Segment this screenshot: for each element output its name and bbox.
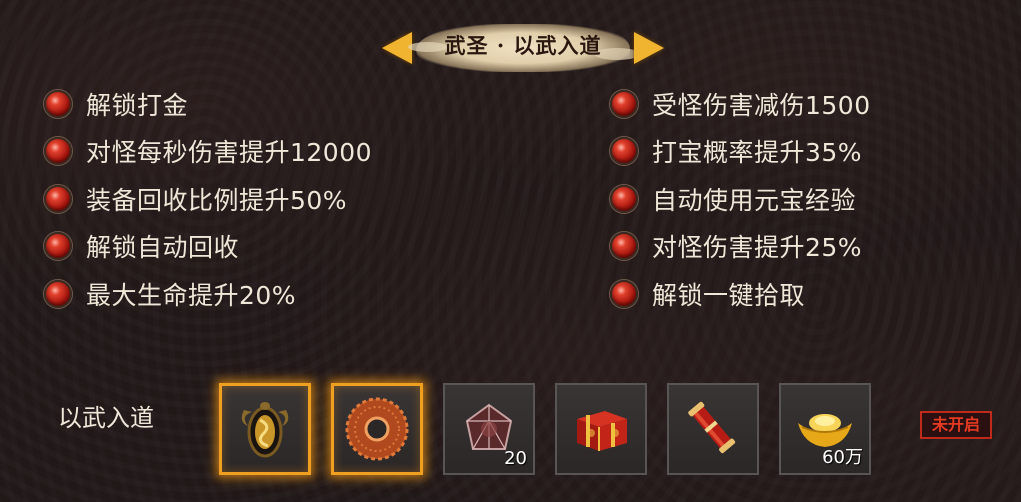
bonus-list-right: 受怪伤害减伤1500 打宝概率提升35% 自动使用元宝经验 对怪伤害提升25% …: [610, 80, 871, 318]
bonus-item: 解锁打金: [44, 80, 372, 128]
title-banner: 武圣 · 以武入道: [376, 16, 670, 76]
red-bullet-icon: [44, 232, 72, 261]
reward-slot-gift[interactable]: [555, 383, 647, 475]
red-bullet-icon: [44, 137, 72, 166]
bonus-item: 最大生命提升20%: [44, 270, 372, 318]
gold-amulet-icon: [222, 386, 308, 472]
bonus-item: 解锁自动回收: [44, 223, 372, 271]
reward-slot-amulet[interactable]: [219, 383, 311, 475]
red-bullet-icon: [610, 184, 638, 213]
red-bullet-icon: [44, 89, 72, 118]
reward-label: 以武入道: [58, 404, 154, 432]
reward-slot-scroll[interactable]: [667, 383, 759, 475]
gift-box-icon: [557, 385, 645, 473]
bonus-item: 对怪伤害提升25%: [610, 223, 871, 271]
bonus-item: 受怪伤害减伤1500: [610, 80, 871, 128]
red-bullet-icon: [610, 232, 638, 261]
bonus-item: 打宝概率提升35%: [610, 128, 871, 176]
bonus-list-left: 解锁打金 对怪每秒伤害提升12000 装备回收比例提升50% 解锁自动回收 最大…: [44, 80, 372, 318]
item-count: 20: [504, 448, 527, 469]
reward-slot-ingot[interactable]: 60万: [779, 383, 871, 475]
reward-slot-gem[interactable]: 20: [443, 383, 535, 475]
reward-slot-ring[interactable]: [331, 383, 423, 475]
red-bullet-icon: [44, 184, 72, 213]
next-arrow-icon[interactable]: [634, 32, 664, 64]
red-bullet-icon: [610, 89, 638, 118]
page-title: 武圣 · 以武入道: [444, 33, 602, 58]
status-badge: 未开启: [920, 411, 992, 439]
bonus-item: 解锁一键拾取: [610, 270, 871, 318]
bonus-item: 装备回收比例提升50%: [44, 175, 372, 223]
red-bullet-icon: [610, 137, 638, 166]
red-bullet-icon: [44, 279, 72, 308]
bonus-item: 自动使用元宝经验: [610, 175, 871, 223]
jade-ring-icon: [334, 386, 420, 472]
scroll-icon: [669, 385, 757, 473]
bonus-item: 对怪每秒伤害提升12000: [44, 128, 372, 176]
item-count: 60万: [822, 447, 863, 468]
red-bullet-icon: [610, 279, 638, 308]
